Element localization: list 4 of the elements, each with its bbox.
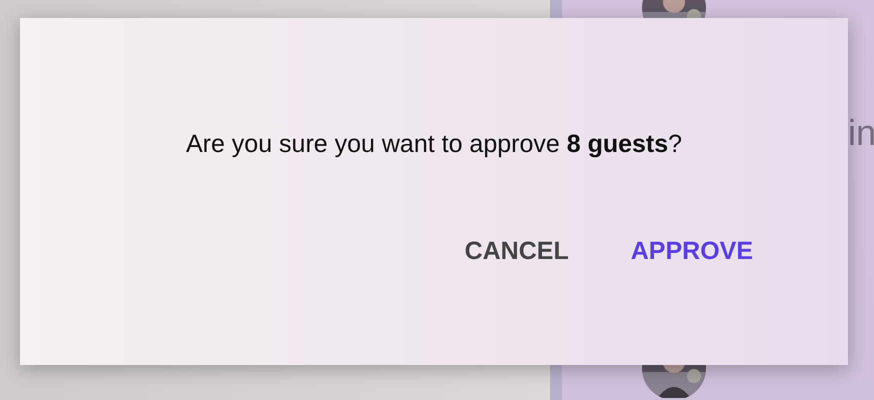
confirmation-message: Are you sure you want to approve 8 guests? xyxy=(184,130,684,159)
list-text: in xyxy=(848,112,874,154)
approve-button[interactable]: APPROVE xyxy=(628,233,755,270)
cancel-button[interactable]: CANCEL xyxy=(462,233,571,270)
